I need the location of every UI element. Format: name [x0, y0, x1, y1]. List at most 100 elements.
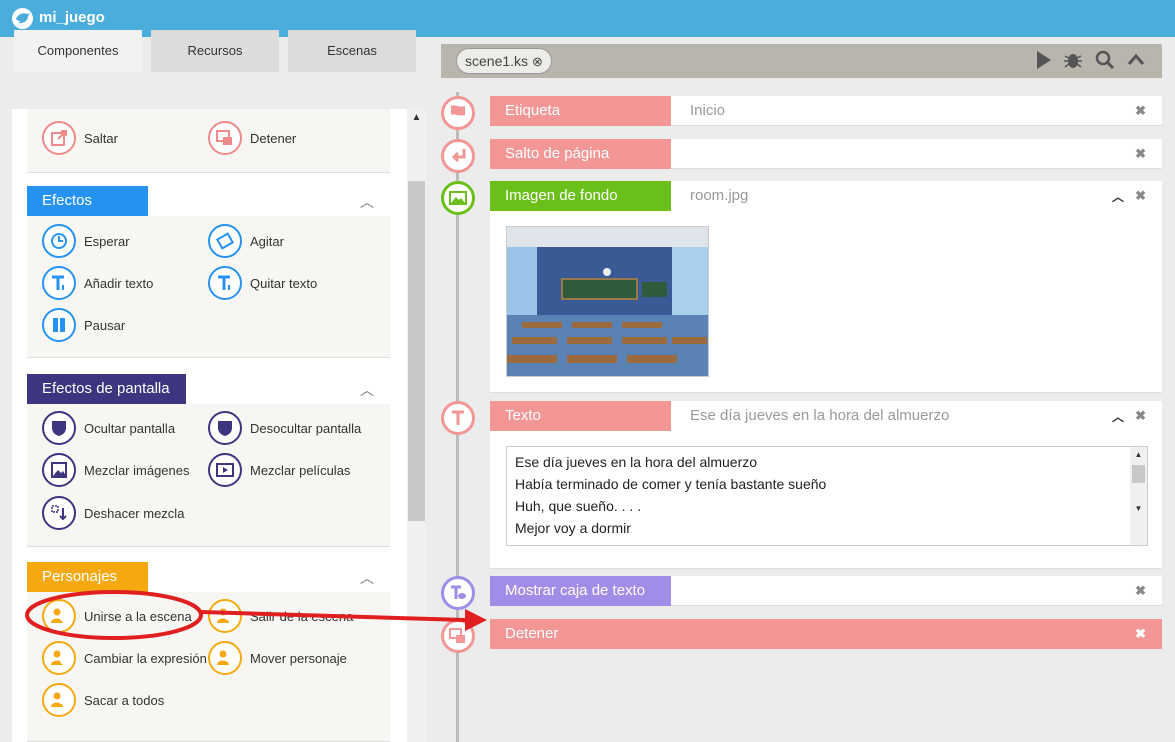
background-thumbnail	[506, 226, 709, 377]
text-line: Mejor voy a dormir	[515, 520, 631, 536]
component-label: Cambiar la expresión	[84, 650, 207, 666]
delete-icon[interactable]: ✖	[1135, 188, 1146, 204]
bird-logo-icon	[12, 8, 33, 29]
add-text-icon	[42, 266, 76, 300]
component-label: Desocultar pantalla	[250, 420, 362, 436]
command-imagen-de-fondo[interactable]: Imagen de fondo room.jpg ︿ ✖	[490, 181, 1162, 393]
image-mix-icon	[42, 453, 76, 487]
scroll-up-arrow-icon[interactable]: ▲	[1130, 450, 1147, 459]
chevron-up-icon[interactable]: ︿	[1112, 188, 1124, 205]
component-detener[interactable]: Detener	[208, 121, 296, 155]
component-label: Deshacer mezcla	[84, 505, 185, 521]
scroll-thumb[interactable]	[408, 181, 425, 521]
collapse-icon[interactable]	[1126, 50, 1146, 70]
text-icon	[441, 401, 475, 435]
clock-icon	[42, 224, 76, 258]
panel-title: Efectos de pantalla	[27, 374, 186, 404]
command-label: Imagen de fondo	[490, 181, 671, 211]
component-label: Salir de la escena	[250, 608, 354, 624]
component-deshacer-mezcla[interactable]: Deshacer mezcla	[42, 496, 184, 530]
component-ocultar-pantalla[interactable]: Ocultar pantalla	[42, 411, 175, 445]
component-pausar[interactable]: Pausar	[42, 308, 125, 342]
component-label: Agitar	[250, 233, 284, 249]
show-textbox-icon	[441, 576, 475, 610]
play-icon[interactable]	[1034, 50, 1054, 70]
component-quitar-texto[interactable]: Quitar texto	[208, 266, 317, 300]
close-tab-icon[interactable]: ⊗	[532, 54, 543, 69]
component-label: Detener	[250, 130, 297, 146]
command-value[interactable]: Inicio	[690, 96, 725, 126]
command-salto-de-pagina[interactable]: Salto de página ✖	[490, 139, 1162, 169]
component-saltar[interactable]: Saltar	[42, 121, 118, 155]
tab-recursos[interactable]: Recursos	[151, 30, 279, 72]
text-content-area[interactable]: Ese día jueves en la hora del almuerzo H…	[506, 446, 1148, 546]
command-mostrar-caja-de-texto[interactable]: Mostrar caja de texto ✖	[490, 576, 1162, 606]
pause-icon	[42, 308, 76, 342]
chevron-up-icon[interactable]: ︿	[360, 568, 374, 588]
undo-mix-icon	[42, 496, 76, 530]
component-cambiar-la-expresion[interactable]: Cambiar la expresión	[42, 641, 207, 675]
component-label: Sacar a todos	[84, 692, 165, 708]
component-sacar-a-todos[interactable]: Sacar a todos	[42, 683, 164, 717]
stop-icon	[208, 121, 242, 155]
component-label: Quitar texto	[250, 275, 318, 291]
delete-icon[interactable]: ✖	[1135, 583, 1146, 599]
move-character-icon	[208, 641, 242, 675]
component-label: Añadir texto	[84, 275, 154, 291]
component-mezclar-imagenes[interactable]: Mezclar imágenes	[42, 453, 190, 487]
text-line: Había terminado de comer y tenía bastant…	[515, 476, 827, 492]
delete-icon[interactable]: ✖	[1135, 408, 1146, 424]
command-etiqueta[interactable]: Etiqueta Inicio ✖	[490, 96, 1162, 126]
command-detener[interactable]: Detener ✖	[490, 619, 1162, 649]
text-line: Huh, que sueño. . . .	[515, 498, 642, 514]
chevron-up-icon[interactable]: ︿	[360, 380, 374, 400]
component-mezclar-peliculas[interactable]: Mezclar películas	[208, 453, 350, 487]
delete-icon[interactable]: ✖	[1135, 146, 1146, 162]
panel-title: Efectos	[27, 186, 148, 216]
page-break-icon	[441, 139, 475, 173]
component-salir-de-la-escena[interactable]: Salir de la escena	[208, 599, 353, 633]
command-label: Mostrar caja de texto	[490, 576, 671, 606]
components-scrollbar[interactable]: ▲	[407, 108, 426, 742]
movie-mix-icon	[208, 453, 242, 487]
delete-icon[interactable]: ✖	[1135, 103, 1146, 119]
panel-flow: Saltar Detener	[27, 109, 390, 173]
change-expression-icon	[42, 641, 76, 675]
delete-icon[interactable]: ✖	[1135, 626, 1146, 642]
remove-text-icon	[208, 266, 242, 300]
component-unirse-a-la-escena[interactable]: Unirse a la escena	[42, 599, 192, 633]
command-label: Salto de página	[490, 139, 671, 169]
command-texto[interactable]: Texto Ese día jueves en la hora del almu…	[490, 401, 1162, 569]
command-label: Etiqueta	[490, 96, 671, 126]
chevron-up-icon[interactable]: ︿	[1112, 408, 1124, 425]
scene-tab-label: scene1.ks	[465, 53, 529, 69]
command-value[interactable]: Ese día jueves en la hora del almuerzo	[690, 401, 949, 431]
app-name: mi_juego	[39, 9, 105, 26]
command-value[interactable]: room.jpg	[690, 181, 748, 211]
tab-escenas[interactable]: Escenas	[288, 30, 416, 72]
component-label: Mezclar películas	[250, 462, 351, 478]
background-image-icon	[441, 181, 475, 215]
scroll-thumb[interactable]	[1132, 465, 1145, 483]
tab-componentes[interactable]: Componentes	[14, 30, 142, 72]
remove-all-icon	[42, 683, 76, 717]
component-desocultar-pantalla[interactable]: Desocultar pantalla	[208, 411, 361, 445]
scene-tab[interactable]: scene1.ks ⊗	[456, 48, 552, 74]
component-agitar[interactable]: Agitar	[208, 224, 284, 258]
show-screen-icon	[208, 411, 242, 445]
scroll-down-arrow-icon[interactable]: ▼	[1130, 504, 1147, 513]
textarea-scrollbar[interactable]: ▲ ▼	[1130, 447, 1147, 545]
hide-screen-icon	[42, 411, 76, 445]
text-line: Ese día jueves en la hora del almuerzo	[515, 454, 758, 470]
search-icon[interactable]	[1095, 50, 1115, 70]
component-label: Mover personaje	[250, 650, 347, 666]
component-label: Pausar	[84, 317, 126, 333]
component-esperar[interactable]: Esperar	[42, 224, 130, 258]
scroll-up-arrow-icon[interactable]: ▲	[407, 112, 426, 123]
component-mover-personaje[interactable]: Mover personaje	[208, 641, 347, 675]
command-label: Detener	[490, 619, 671, 649]
chevron-up-icon[interactable]: ︿	[360, 192, 374, 212]
shake-icon	[208, 224, 242, 258]
component-anadir-texto[interactable]: Añadir texto	[42, 266, 153, 300]
debug-bug-icon[interactable]	[1063, 50, 1083, 70]
